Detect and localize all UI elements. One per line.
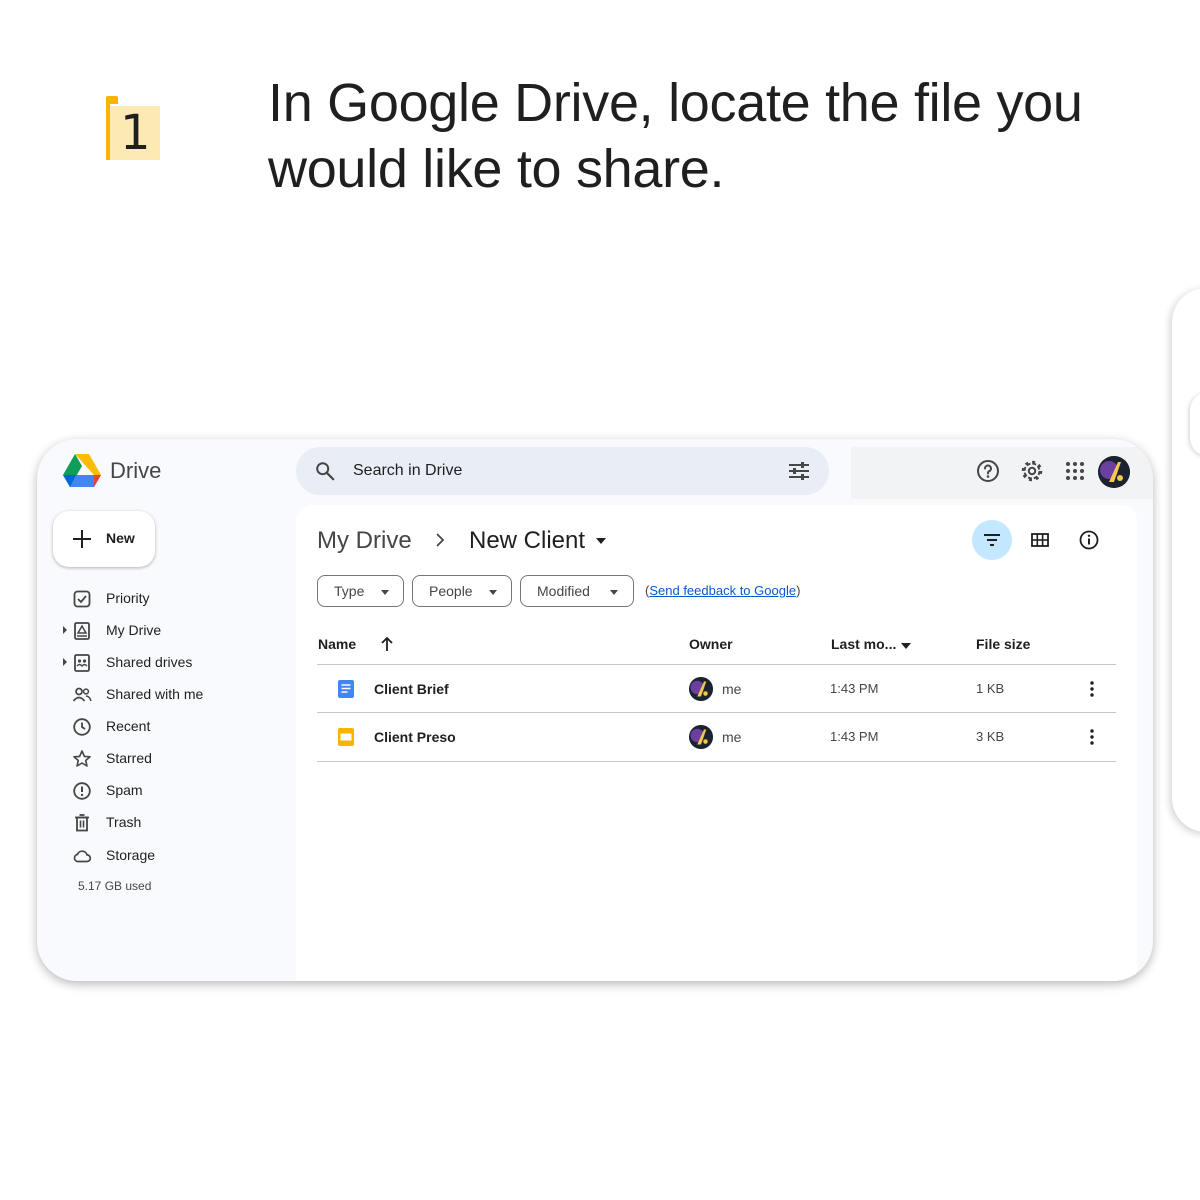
help-icon[interactable] xyxy=(976,459,1000,483)
sidebar-item-spam[interactable]: Spam xyxy=(37,776,295,806)
sort-ascending-icon[interactable] xyxy=(380,636,394,652)
google-slides-icon xyxy=(338,728,354,746)
info-icon[interactable] xyxy=(1078,529,1100,551)
step-title: In Google Drive, locate the file you wou… xyxy=(268,73,1083,199)
sidebar-item-label: Spam xyxy=(106,782,143,798)
sidebar-item-label: Storage xyxy=(106,847,156,863)
next-step-card xyxy=(1172,288,1200,832)
sidebar-item-storage[interactable]: Storage xyxy=(37,841,295,871)
new-button[interactable]: New xyxy=(53,511,155,567)
sidebar-item-label: Priority xyxy=(106,590,150,606)
chevron-right-icon xyxy=(436,533,445,547)
sidebar-item-label: Shared drives xyxy=(106,654,193,670)
my-drive-icon xyxy=(74,622,90,640)
owner-avatar xyxy=(689,725,713,749)
new-button-label: New xyxy=(106,530,135,546)
sidebar-item-my-drive[interactable]: My Drive xyxy=(37,616,295,646)
breadcrumb-my-drive[interactable]: My Drive xyxy=(317,527,412,555)
modified-filter-chip[interactable]: Modified xyxy=(520,575,634,607)
shared-drives-icon xyxy=(74,654,90,672)
trash-icon xyxy=(75,814,89,832)
sidebar-item-trash[interactable]: Trash xyxy=(37,808,295,838)
sidebar-item-starred[interactable]: Starred xyxy=(37,744,295,774)
more-options-icon[interactable] xyxy=(1082,679,1102,699)
table-row[interactable]: Client Preso me 1:43 PM 3 KB xyxy=(317,713,1116,761)
column-header-owner[interactable]: Owner xyxy=(689,636,733,652)
step-number: 1 xyxy=(120,105,151,161)
drive-brand[interactable]: Drive xyxy=(110,458,161,484)
chip-label: Type xyxy=(334,583,365,599)
file-owner: me xyxy=(722,681,742,697)
sidebar-item-label: Starred xyxy=(106,750,152,766)
send-feedback-link[interactable]: Send feedback to Google xyxy=(649,583,796,598)
main-panel: My Drive New Client Type People Modified… xyxy=(296,505,1137,981)
chip-label: Modified xyxy=(537,583,590,599)
plus-icon xyxy=(73,530,91,548)
grid-view-icon[interactable] xyxy=(1030,530,1050,550)
sidebar-item-shared-drives[interactable]: Shared drives xyxy=(37,648,295,678)
filter-icon xyxy=(984,534,1000,546)
table-row[interactable]: Client Brief me 1:43 PM 1 KB xyxy=(317,665,1116,713)
file-modified: 1:43 PM xyxy=(830,681,879,696)
more-options-icon[interactable] xyxy=(1082,727,1102,747)
dropdown-arrow-icon xyxy=(381,590,389,595)
feedback-text: (Send feedback to Google) xyxy=(645,583,801,598)
drive-logo-icon[interactable] xyxy=(63,453,101,489)
column-dropdown-icon[interactable] xyxy=(901,643,911,649)
search-bar[interactable]: Search in Drive xyxy=(296,447,829,495)
type-filter-chip[interactable]: Type xyxy=(317,575,404,607)
chip-label: People xyxy=(429,583,473,599)
column-header-file-size[interactable]: File size xyxy=(976,636,1030,652)
filter-toggle-button[interactable] xyxy=(972,520,1012,560)
sidebar-item-label: Trash xyxy=(106,814,142,830)
google-docs-icon xyxy=(338,680,354,698)
account-avatar[interactable] xyxy=(1098,456,1130,488)
column-header-name[interactable]: Name xyxy=(318,636,356,652)
sidebar-item-recent[interactable]: Recent xyxy=(37,712,295,742)
owner-avatar xyxy=(689,677,713,701)
table-divider xyxy=(317,761,1116,762)
file-modified: 1:43 PM xyxy=(830,729,879,744)
storage-used-text: 5.17 GB used xyxy=(78,879,152,893)
file-size: 1 KB xyxy=(976,681,1005,696)
spam-icon xyxy=(73,782,91,800)
file-name[interactable]: Client Preso xyxy=(374,729,456,745)
cloud-icon xyxy=(73,850,92,863)
shared-with-me-icon xyxy=(72,687,92,702)
priority-icon xyxy=(73,590,91,608)
sidebar-item-label: Shared with me xyxy=(106,686,204,702)
search-icon[interactable] xyxy=(314,460,336,482)
search-options-icon[interactable] xyxy=(788,461,810,481)
sidebar-item-label: Recent xyxy=(106,718,151,734)
people-filter-chip[interactable]: People xyxy=(412,575,512,607)
step-number-badge: 1 xyxy=(106,96,160,164)
folder-menu-dropdown-icon[interactable] xyxy=(596,538,606,544)
breadcrumb-current-folder[interactable]: New Client xyxy=(469,527,585,555)
apps-grid-icon[interactable] xyxy=(1063,459,1087,483)
column-header-last-modified[interactable]: Last mo... xyxy=(831,636,896,652)
file-name[interactable]: Client Brief xyxy=(374,681,449,697)
search-input[interactable]: Search in Drive xyxy=(353,462,462,480)
dropdown-arrow-icon xyxy=(489,590,497,595)
star-icon xyxy=(73,750,91,767)
clock-icon xyxy=(73,718,91,736)
expand-caret-icon[interactable] xyxy=(62,658,68,666)
gear-icon[interactable] xyxy=(1020,459,1044,483)
sidebar-item-shared-with-me[interactable]: Shared with me xyxy=(37,680,295,710)
file-owner: me xyxy=(722,729,742,745)
sidebar-item-priority[interactable]: Priority xyxy=(37,584,295,614)
drive-window: Drive Search in Drive New Priority My Dr… xyxy=(37,439,1153,981)
dropdown-arrow-icon xyxy=(610,590,618,595)
sidebar-item-label: My Drive xyxy=(106,622,162,638)
expand-caret-icon[interactable] xyxy=(62,626,68,634)
file-size: 3 KB xyxy=(976,729,1005,744)
